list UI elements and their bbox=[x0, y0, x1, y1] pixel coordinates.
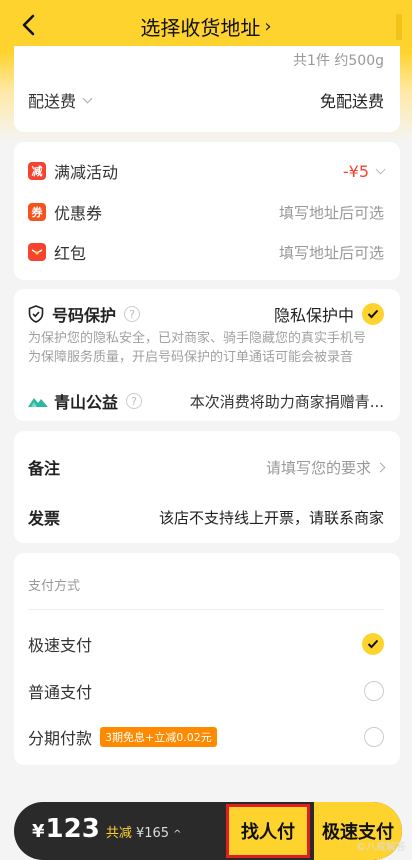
order-notes-card: 备注 请填写您的要求 发票 该店不支持线上开票，请联系商家 bbox=[14, 431, 400, 543]
privacy-row[interactable]: 号码保护 ? 隐私保护中 bbox=[28, 302, 384, 326]
payment-method-card: 支付方式 极速支付 普通支付 分期付款 3期免息+立减0.02元 bbox=[14, 553, 400, 765]
divider bbox=[28, 609, 384, 610]
radio-unchecked-icon[interactable] bbox=[364, 727, 384, 747]
order-summary-card: 共1件 约500g 配送费 免配送费 bbox=[14, 46, 400, 132]
payment-option-normal[interactable]: 普通支付 bbox=[28, 679, 384, 703]
note-placeholder: 请填写您的要求 bbox=[265, 458, 371, 477]
delivery-fee-value: 免配送费 bbox=[319, 92, 384, 111]
promotions-card: 减 满减活动 -¥5 券 优惠券 填写地址后可选 红包 填写地址后可选 bbox=[14, 142, 400, 280]
help-icon[interactable]: ? bbox=[126, 393, 143, 409]
invoice-row: 发票 该店不支持线上开票，请联系商家 bbox=[28, 505, 384, 529]
chevron-down-icon[interactable] bbox=[82, 93, 93, 103]
chevron-up-icon[interactable]: ^ bbox=[173, 829, 181, 840]
privacy-toggle-check-icon[interactable] bbox=[362, 303, 384, 325]
back-button[interactable] bbox=[14, 10, 44, 40]
discount-value: -¥5 bbox=[342, 161, 369, 181]
delivery-fee-label: 配送费 bbox=[28, 92, 77, 111]
promo-row-coupon[interactable]: 券 优惠券 填写地址后可选 bbox=[28, 200, 384, 224]
charity-title: 青山公益 bbox=[54, 393, 119, 412]
note-label: 备注 bbox=[28, 459, 61, 478]
red-packet-label: 红包 bbox=[54, 244, 87, 263]
watermark: ©八戒解答 bbox=[356, 842, 406, 853]
delivery-fee-row[interactable]: 配送费 免配送费 bbox=[28, 88, 384, 112]
privacy-card: 号码保护 ? 隐私保护中 为保护您的隐私安全，已对商家、骑手隐藏您的真实手机号 … bbox=[14, 289, 400, 421]
privacy-title: 号码保护 bbox=[52, 306, 117, 325]
saved-amount: 共减 ¥165 bbox=[106, 822, 169, 841]
saved-value: ¥165 bbox=[135, 826, 170, 841]
payment-option-label: 普通支付 bbox=[28, 683, 93, 702]
find-someone-pay-button[interactable]: 找人付 bbox=[226, 804, 310, 858]
payment-title: 支付方式 bbox=[28, 579, 81, 594]
privacy-desc-line: 为保障服务质量，开启号码保护的订单通话可能会被录音 bbox=[28, 350, 354, 365]
top-bar: 选择收货地址 › bbox=[0, 0, 412, 52]
invoice-value: 该店不支持线上开票，请联系商家 bbox=[158, 508, 384, 527]
mountain-icon bbox=[28, 398, 48, 407]
payment-option-label: 分期付款 bbox=[28, 729, 93, 748]
chevron-down-icon[interactable] bbox=[375, 164, 386, 174]
payment-option-fast[interactable]: 极速支付 bbox=[28, 632, 384, 656]
coupon-label: 优惠券 bbox=[54, 204, 103, 223]
coupon-icon: 券 bbox=[28, 203, 46, 221]
privacy-description: 为保护您的隐私安全，已对商家、骑手隐藏您的真实手机号 为保障服务质量，开启号码保… bbox=[28, 329, 390, 367]
page-title[interactable]: 选择收货地址 bbox=[140, 12, 260, 41]
back-arrow-icon bbox=[22, 14, 35, 36]
coupon-value: 填写地址后可选 bbox=[278, 203, 384, 222]
edge-strip bbox=[396, 14, 402, 40]
payment-option-label: 极速支付 bbox=[28, 636, 93, 655]
privacy-desc-line: 为保护您的隐私安全，已对商家、骑手隐藏您的真实手机号 bbox=[28, 331, 367, 346]
installment-promo-badge: 3期免息+立减0.02元 bbox=[100, 727, 217, 747]
discount-label: 满减活动 bbox=[54, 163, 119, 182]
price-summary[interactable]: ¥ 123 共减 ¥165 ^ bbox=[32, 814, 181, 844]
red-packet-value: 填写地址后可选 bbox=[278, 243, 384, 262]
promo-row-redpacket[interactable]: 红包 填写地址后可选 bbox=[28, 240, 384, 264]
help-icon[interactable]: ? bbox=[124, 306, 141, 322]
charity-row[interactable]: 青山公益 ? 本次消费将助力商家捐赠青... bbox=[28, 389, 384, 413]
radio-checked-icon[interactable] bbox=[362, 633, 384, 655]
red-packet-icon bbox=[28, 243, 46, 261]
saved-label: 共减 bbox=[105, 826, 132, 841]
chevron-right-icon bbox=[375, 462, 386, 472]
checkout-bar: ¥ 123 共减 ¥165 ^ 找人付 极速支付 bbox=[14, 802, 402, 860]
total-price: 123 bbox=[45, 814, 100, 844]
discount-icon: 减 bbox=[28, 162, 46, 180]
select-address-title[interactable]: 选择收货地址 › bbox=[140, 12, 271, 41]
privacy-status: 隐私保护中 bbox=[273, 306, 354, 325]
promo-row-discount[interactable]: 减 满减活动 -¥5 bbox=[28, 159, 386, 183]
currency-symbol: ¥ bbox=[32, 821, 45, 842]
radio-unchecked-icon[interactable] bbox=[364, 681, 384, 701]
chevron-right-icon: › bbox=[264, 15, 272, 37]
shield-icon bbox=[28, 305, 44, 323]
note-row[interactable]: 备注 请填写您的要求 bbox=[28, 455, 386, 479]
payment-option-installment[interactable]: 分期付款 3期免息+立减0.02元 bbox=[28, 725, 384, 749]
invoice-label: 发票 bbox=[28, 509, 61, 528]
weight-text: 共1件 约500g bbox=[293, 53, 384, 69]
charity-value: 本次消费将助力商家捐赠青... bbox=[189, 392, 384, 411]
